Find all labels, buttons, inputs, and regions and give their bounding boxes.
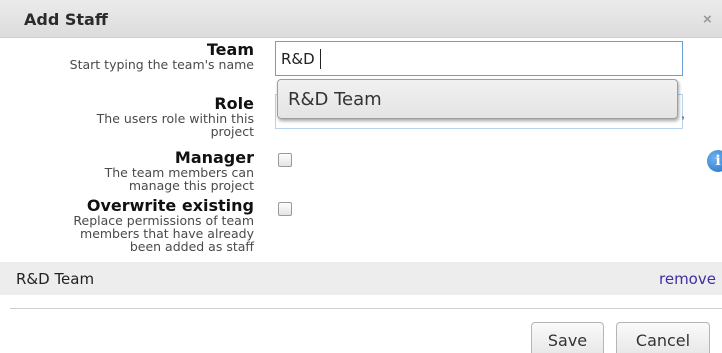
manager-label: Manager	[174, 148, 254, 167]
text-caret	[320, 49, 321, 69]
cancel-button[interactable]: Cancel	[616, 322, 710, 353]
save-button[interactable]: Save	[531, 322, 604, 353]
autocomplete-suggestion[interactable]: R&D Team	[277, 79, 678, 119]
overwrite-description-line3: been added as staff	[129, 239, 254, 254]
dialog-title: Add Staff	[24, 10, 108, 29]
overwrite-label: Overwrite existing	[86, 196, 254, 215]
team-input[interactable]	[275, 41, 683, 76]
footer-divider	[10, 308, 722, 309]
staff-team-name: R&D Team	[16, 270, 95, 288]
staff-list-row: R&D Team remove	[0, 262, 722, 295]
role-description-line2: project	[210, 124, 254, 139]
remove-link[interactable]: remove	[659, 270, 716, 288]
team-field-label: Team Start typing the team's name	[0, 41, 254, 71]
team-label: Team	[206, 40, 254, 59]
overwrite-checkbox[interactable]	[278, 202, 292, 216]
close-icon[interactable]: ×	[703, 11, 712, 28]
team-description: Start typing the team's name	[69, 57, 254, 72]
manager-field-label: Manager The team members can manage this…	[0, 149, 254, 192]
role-input-comma: ,	[681, 105, 685, 121]
suggestion-label: R&D Team	[288, 89, 382, 110]
manager-description-line2: manage this project	[128, 178, 254, 193]
manager-checkbox[interactable]	[278, 153, 292, 167]
role-label: Role	[214, 94, 254, 113]
role-field-label: Role The users role within this project	[0, 95, 254, 138]
info-icon[interactable]: i	[707, 150, 722, 172]
overwrite-field-label: Overwrite existing Replace permissions o…	[0, 197, 254, 253]
dialog-titlebar: Add Staff ×	[0, 0, 722, 38]
